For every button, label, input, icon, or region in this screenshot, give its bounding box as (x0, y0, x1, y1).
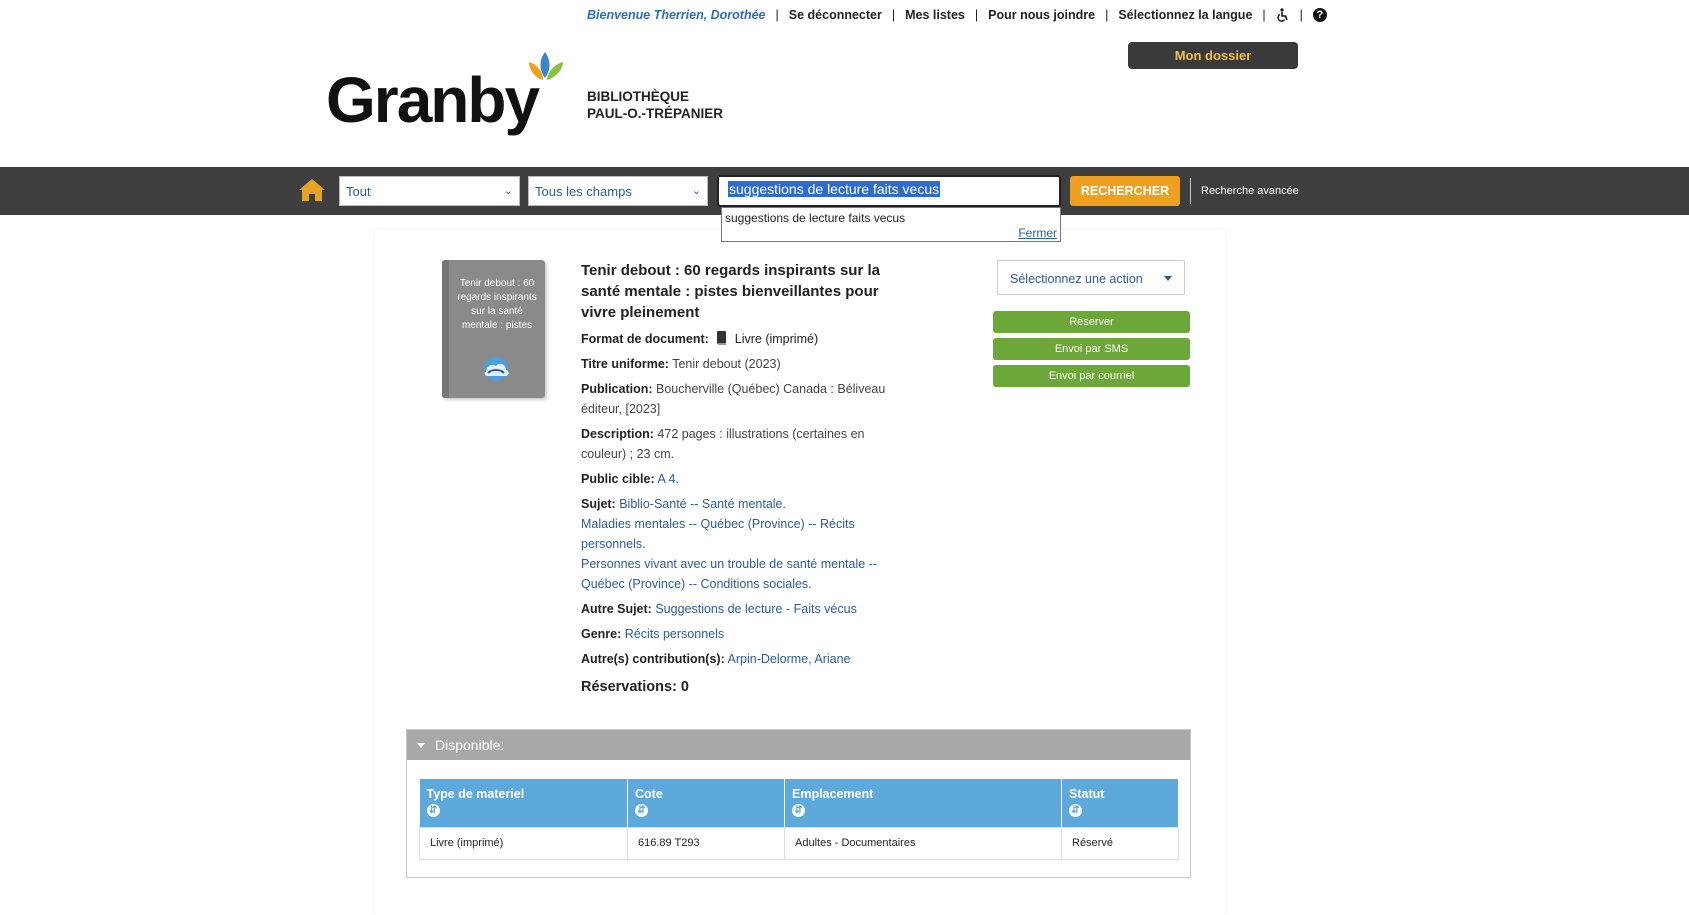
contributor-link[interactable]: Arpin-Delorme, Ariane (728, 652, 851, 666)
divider: | (891, 8, 896, 22)
subject-label: Sujet: (581, 497, 616, 511)
cover-spine (442, 260, 449, 398)
search-button[interactable]: RECHERCHER (1070, 176, 1180, 206)
uniform-title-row: Titre uniforme: Tenir debout (2023) (581, 354, 891, 374)
audience-label: Public cible: (581, 472, 655, 486)
accessibility-icon[interactable] (1276, 8, 1290, 22)
my-lists-link[interactable]: Mes listes (905, 8, 965, 22)
search-input[interactable]: suggestions de lecture faits vecus (717, 175, 1061, 207)
divider: | (1262, 8, 1266, 22)
divider: | (974, 8, 979, 22)
availability-heading: Disponible: (435, 737, 505, 753)
format-row: Format de document: Livre (imprimé) (581, 329, 891, 349)
column-header-type[interactable]: Type de materiel ⇵ (419, 779, 628, 827)
advanced-search-link[interactable]: Recherche avancée (1201, 185, 1299, 197)
logo-subtitle: BIBLIOTHÈQUE PAUL-O.-TRÉPANIER (587, 88, 723, 122)
field-select[interactable]: Tous les champs ⌄ (528, 176, 708, 206)
genre-link[interactable]: Récits personnels (625, 627, 724, 641)
format-value: Livre (imprimé) (734, 332, 819, 346)
help-icon[interactable]: ? (1312, 8, 1327, 22)
language-link[interactable]: Sélectionnez la langue (1118, 8, 1252, 22)
column-label: Emplacement (792, 787, 874, 801)
logo-wordmark: Granby (326, 64, 540, 136)
availability-toggle[interactable]: Disponible: (407, 730, 1190, 760)
logo-line-2: PAUL-O.-TRÉPANIER (587, 106, 723, 121)
cover-text: Tenir debout : 60 regards inspirants sur… (457, 278, 537, 331)
table-header-row: Type de materiel ⇵ Cote ⇵ Emplacement ⇵ … (419, 779, 1179, 827)
cloud-icon (484, 357, 509, 381)
table-cell: 616.89 T293 (627, 826, 785, 860)
field-value: Tous les champs (535, 184, 632, 199)
logo-drops-icon (529, 52, 563, 80)
audience-link[interactable]: A 4. (657, 472, 679, 486)
contributor-label: Autre(s) contribution(s): (581, 652, 725, 666)
record-details: Tenir debout : 60 regards inspirants sur… (581, 260, 891, 697)
table-cell: Livre (imprimé) (419, 826, 628, 860)
scope-value: Tout (346, 184, 371, 199)
divider: | (1299, 8, 1303, 22)
sort-icon[interactable]: ⇵ (635, 804, 648, 817)
send-email-button[interactable]: Envoi par courriel (993, 365, 1190, 387)
chevron-down-icon: ⌄ (691, 185, 701, 197)
scope-select[interactable]: Tout ⌄ (339, 176, 520, 206)
search-suggestions: suggestions de lecture faits vecus Ferme… (721, 207, 1061, 242)
reservations-count: Réservations: 0 (581, 679, 689, 695)
search-query: suggestions de lecture faits vecus (728, 181, 941, 197)
genre-label: Genre: (581, 627, 622, 641)
sort-icon[interactable]: ⇵ (792, 804, 805, 817)
format-label: Format de document: (581, 332, 709, 346)
column-label: Statut (1069, 787, 1105, 801)
table-cell: Réservé (1061, 826, 1179, 860)
holdings-table: Type de materiel ⇵ Cote ⇵ Emplacement ⇵ … (419, 779, 1179, 860)
table-cell: Adultes - Documentaires (784, 826, 1062, 860)
caret-down-icon (1164, 276, 1172, 281)
subject-link[interactable]: Biblio-Santé -- Santé mentale. (619, 497, 786, 511)
logo-line-1: BIBLIOTHÈQUE (587, 89, 690, 104)
column-label: Type de materiel (426, 787, 525, 801)
my-account-button[interactable]: Mon dossier (1128, 42, 1298, 69)
home-icon[interactable] (297, 177, 327, 208)
column-label: Cote (635, 787, 663, 801)
divider: | (1105, 8, 1109, 22)
uniform-title-value: Tenir debout (2023) (672, 357, 781, 371)
genre-row: Genre: Récits personnels (581, 624, 891, 644)
action-select[interactable]: Sélectionnez une action (997, 260, 1185, 295)
other-subject-label: Autre Sujet: (581, 602, 652, 616)
welcome-text: Bienvenue Therrien, Dorothée (587, 8, 766, 22)
description-row: Description: 472 pages : illustrations (… (581, 424, 891, 464)
subject-link[interactable]: Maladies mentales -- Québec (Province) -… (581, 517, 855, 551)
book-cover[interactable]: Tenir debout : 60 regards inspirants sur… (442, 260, 545, 398)
column-header-status[interactable]: Statut ⇵ (1061, 779, 1179, 827)
subject-link[interactable]: Personnes vivant avec un trouble de sant… (581, 557, 877, 591)
audience-row: Public cible: A 4. (581, 469, 891, 489)
close-suggestions-link[interactable]: Fermer (1018, 226, 1057, 240)
column-header-location[interactable]: Emplacement ⇵ (784, 779, 1062, 827)
send-sms-button[interactable]: Envoi par SMS (993, 338, 1190, 360)
collapse-triangle-icon (417, 742, 425, 748)
publication-row: Publication: Boucherville (Québec) Canad… (581, 379, 891, 419)
reserve-button[interactable]: Réserver (993, 311, 1190, 333)
book-icon (717, 331, 727, 345)
divider (1190, 178, 1191, 204)
utility-bar: Bienvenue Therrien, Dorothée | Se déconn… (587, 8, 1327, 22)
action-select-label: Sélectionnez une action (1010, 272, 1143, 286)
table-row: Livre (imprimé) 616.89 T293 Adultes - Do… (419, 826, 1179, 860)
chevron-down-icon: ⌄ (503, 185, 513, 197)
sort-icon[interactable]: ⇵ (1069, 804, 1082, 817)
contributor-row: Autre(s) contribution(s): Arpin-Delorme,… (581, 649, 891, 669)
uniform-title-label: Titre uniforme: (581, 357, 669, 371)
other-subject-row: Autre Sujet: Suggestions de lecture - Fa… (581, 599, 891, 619)
column-header-call-number[interactable]: Cote ⇵ (627, 779, 785, 827)
description-label: Description: (581, 427, 654, 441)
subject-row: Sujet: Biblio-Santé -- Santé mentale. Ma… (581, 494, 891, 594)
availability-section: Disponible: Type de materiel ⇵ Cote ⇵ Em… (406, 729, 1191, 878)
publication-label: Publication: (581, 382, 653, 396)
other-subject-link[interactable]: Suggestions de lecture - Faits vécus (655, 602, 857, 616)
logout-link[interactable]: Se déconnecter (789, 8, 882, 22)
suggestion-item[interactable]: suggestions de lecture faits vecus (725, 211, 905, 225)
contact-link[interactable]: Pour nous joindre (988, 8, 1095, 22)
record-title: Tenir debout : 60 regards inspirants sur… (581, 262, 880, 321)
sort-icon[interactable]: ⇵ (426, 804, 440, 817)
divider: | (775, 8, 779, 22)
